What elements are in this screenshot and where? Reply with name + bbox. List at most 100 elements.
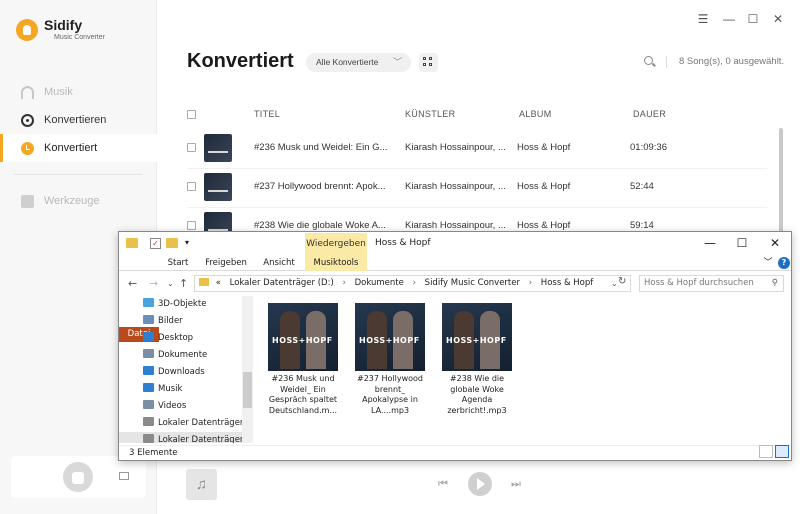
explorer-window: ✓ ▾ Wiedergeben Hoss & Hopf — ☐ ✕ Datei … (118, 231, 792, 461)
album-thumbnail (204, 173, 232, 201)
sidebar-divider (14, 174, 142, 175)
row-duration: 59:14 (630, 220, 654, 231)
sidebar-item-werkzeuge[interactable]: Werkzeuge (0, 187, 157, 215)
sidebar-item-label: Werkzeuge (44, 195, 100, 207)
minimize-button[interactable]: — (703, 236, 717, 250)
status-bar: 3 Elemente (119, 445, 791, 461)
tab-start[interactable]: Start (163, 256, 193, 271)
ribbon-tabs: Datei Start Freigeben Ansicht Musiktools… (119, 256, 791, 342)
grid-view-button[interactable] (419, 53, 438, 72)
avatar[interactable] (63, 462, 93, 492)
address-dropdown-icon[interactable]: ⌄ (611, 279, 618, 288)
tree-item[interactable]: Desktop (143, 330, 253, 347)
tree-item[interactable]: Dokumente (143, 347, 253, 364)
row-checkbox[interactable] (187, 182, 196, 191)
context-tab-playback[interactable]: Wiedergeben (305, 233, 367, 256)
minimize-button[interactable]: — (722, 12, 736, 26)
quick-access-dropdown-icon[interactable]: ▾ (180, 236, 194, 250)
row-duration: 52:44 (630, 181, 654, 192)
toolbox-icon (21, 194, 34, 208)
row-album: Hoss & Hopf (517, 142, 571, 153)
tree-item[interactable]: Lokaler Datenträger (D (119, 432, 242, 443)
row-divider (187, 207, 767, 208)
scrollbar[interactable] (779, 128, 783, 238)
tree-item[interactable]: Videos (143, 398, 253, 415)
up-icon[interactable]: ↑ (179, 277, 188, 290)
row-checkbox[interactable] (187, 143, 196, 152)
sidebar-item-musik[interactable]: Musik (0, 78, 157, 106)
tree-item[interactable]: Downloads (143, 364, 253, 381)
chevron-right-icon: › (528, 278, 533, 288)
cover-logo: HOSS+HOPF (446, 336, 507, 345)
headphones-icon (21, 85, 34, 99)
brand: Sidify Music Converter (16, 18, 105, 42)
address-bar-row: ← → ⌄ ↑ « Lokaler Datenträger (D:) › Dok… (119, 272, 791, 296)
clock-icon (21, 141, 34, 155)
music-note-icon: ♫ (186, 469, 217, 500)
sidebar-item-konvertieren[interactable]: Konvertieren (0, 106, 157, 134)
scrollbar-thumb[interactable] (243, 372, 252, 408)
file-item[interactable]: HOSS+HOPF #238 Wie die globale Woke Agen… (442, 303, 512, 416)
search-icon[interactable] (644, 56, 653, 65)
tab-freigeben[interactable]: Freigeben (201, 256, 251, 271)
large-icons-view-icon[interactable] (775, 445, 789, 458)
help-icon[interactable]: ? (778, 257, 790, 269)
tab-ansicht[interactable]: Ansicht (257, 256, 301, 271)
row-artist: Kiarash Hossainpour, ... (405, 142, 505, 153)
chevron-right-icon: › (342, 278, 346, 288)
search-input[interactable]: Hoss & Hopf durchsuchen ⚲ (639, 275, 784, 292)
refresh-icon[interactable]: ↻ (618, 276, 626, 287)
ribbon-expand-icon[interactable]: ﹀ (761, 256, 775, 270)
breadcrumb-item[interactable]: Hoss & Hopf (541, 278, 593, 288)
file-item[interactable]: HOSS+HOPF #237 Hollywood brennt_ Apokaly… (355, 303, 425, 416)
divider (666, 56, 667, 68)
3d-objects-icon (143, 298, 154, 307)
explorer-title: Hoss & Hopf (375, 238, 431, 248)
tab-musiktools[interactable]: Musiktools (305, 256, 367, 271)
details-view-icon[interactable] (759, 445, 773, 458)
tree-item[interactable]: Lokaler Datenträger (C (143, 415, 253, 432)
breadcrumb-item[interactable]: Dokumente (355, 278, 404, 288)
forward-icon[interactable]: → (149, 277, 158, 290)
previous-icon[interactable]: ⏮ (438, 478, 448, 491)
back-icon[interactable]: ← (128, 277, 137, 290)
row-artist: Kiarash Hossainpour, ... (405, 181, 505, 192)
menu-icon[interactable]: ☰ (696, 12, 710, 26)
close-button[interactable]: ✕ (771, 12, 785, 26)
maximize-button[interactable]: ☐ (746, 12, 760, 26)
breadcrumb-item[interactable]: Sidify Music Converter (425, 278, 520, 288)
tree-item[interactable]: Musik (143, 381, 253, 398)
column-header-duration[interactable]: DAUER (633, 109, 666, 119)
chevron-down-icon: ﹀ (392, 57, 402, 67)
breadcrumb-item[interactable]: Lokaler Datenträger (D:) (230, 278, 334, 288)
file-name: #237 Hollywood brennt_ Apokalypse in LA.… (356, 374, 423, 415)
play-button[interactable] (468, 472, 492, 496)
close-button[interactable]: ✕ (768, 236, 782, 250)
column-header-album[interactable]: ALBUM (519, 109, 552, 119)
address-bar[interactable]: « Lokaler Datenträger (D:) › Dokumente ›… (194, 275, 631, 292)
new-folder-icon[interactable] (166, 238, 178, 248)
row-checkbox[interactable] (187, 221, 196, 230)
mail-icon[interactable] (119, 472, 129, 480)
row-duration: 01:09:36 (630, 142, 667, 153)
sidebar-item-label: Musik (44, 86, 73, 98)
column-header-title[interactable]: TITEL (254, 109, 280, 119)
album-cover: HOSS+HOPF (355, 303, 425, 371)
select-all-checkbox[interactable] (187, 110, 196, 119)
grid-icon (423, 57, 426, 60)
filter-dropdown[interactable]: Alle Konvertierte ﹀ (306, 53, 411, 72)
tree-scrollbar[interactable] (242, 296, 253, 443)
documents-icon (143, 349, 154, 358)
recent-dropdown-icon[interactable]: ⌄ (167, 279, 174, 288)
row-artist: Kiarash Hossainpour, ... (405, 220, 505, 231)
tree-item[interactable]: 3D-Objekte (143, 296, 253, 313)
column-header-artist[interactable]: KÜNSTLER (405, 109, 455, 119)
next-icon[interactable]: ⏭ (511, 478, 521, 491)
maximize-button[interactable]: ☐ (735, 236, 749, 250)
item-count: 3 Elemente (129, 448, 178, 458)
tree-item[interactable]: Bilder (143, 313, 253, 330)
sidebar-item-konvertiert[interactable]: Konvertiert (0, 134, 157, 162)
page-title: Konvertiert (187, 50, 294, 72)
file-item[interactable]: HOSS+HOPF #236 Musk und Weidel_ Ein Gesp… (268, 303, 338, 416)
properties-icon[interactable]: ✓ (150, 238, 161, 249)
